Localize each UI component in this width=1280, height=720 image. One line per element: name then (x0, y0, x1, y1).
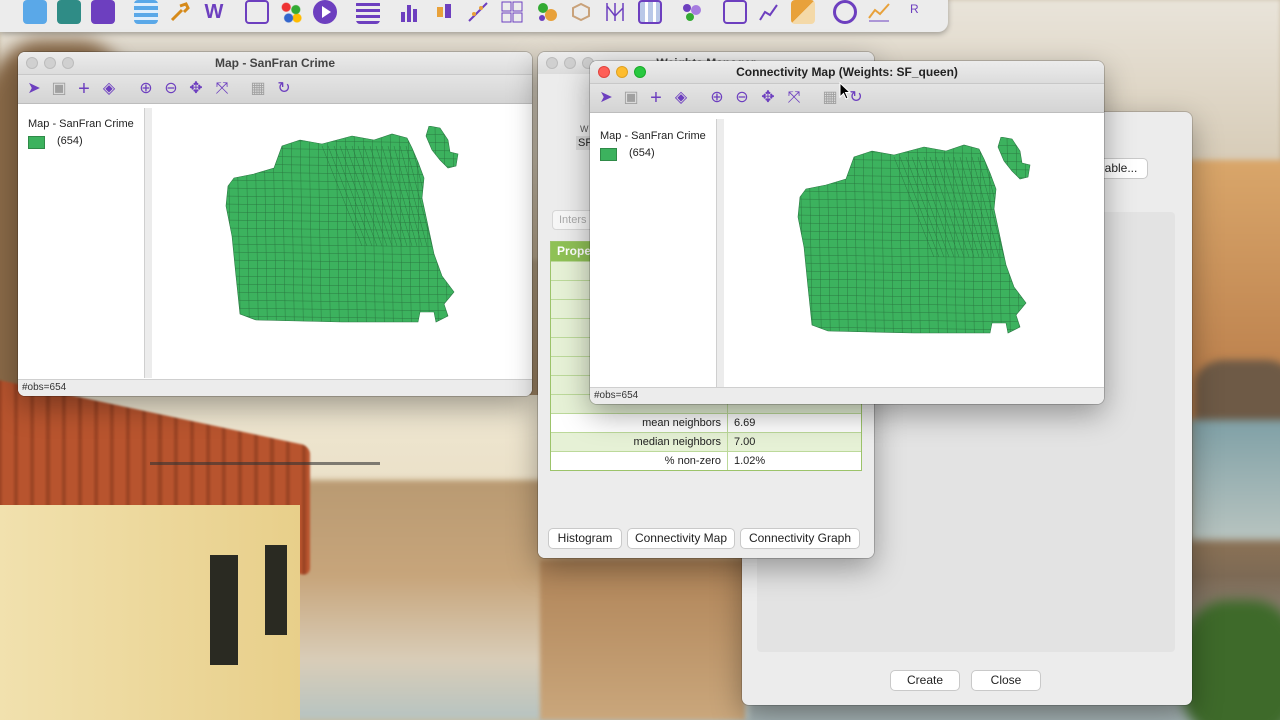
background-window (265, 545, 287, 635)
bubble-icon[interactable] (535, 0, 559, 24)
add-layer-icon[interactable]: + (74, 79, 94, 99)
3d-icon[interactable] (569, 0, 593, 24)
trend-icon[interactable] (867, 0, 891, 24)
map-window-titlebar[interactable]: Map - SanFran Crime (18, 52, 532, 75)
sf-map-polygons[interactable] (222, 126, 462, 366)
map-icon[interactable] (245, 0, 269, 24)
minimize-button[interactable] (616, 66, 628, 78)
map-toolbar: ➤ ▣ + ◈ ⊕ ⊖ ✥ ⤧ ▦ ↻ (18, 75, 532, 104)
legend-title: Map - SanFran Crime (600, 130, 706, 142)
connectivity-map-titlebar[interactable]: Connectivity Map (Weights: SF_queen) (590, 61, 1104, 84)
zoom-out-icon[interactable]: ⊖ (732, 88, 752, 108)
map-canvas[interactable] (724, 119, 1104, 387)
copy-icon[interactable]: ▣ (49, 79, 69, 99)
copy-icon[interactable]: ▣ (621, 88, 641, 108)
line-chart-icon[interactable] (723, 0, 747, 24)
background-sea (1190, 420, 1280, 540)
time-series-icon[interactable] (757, 0, 781, 24)
connectivity-map-window: Connectivity Map (Weights: SF_queen) ➤ ▣… (590, 61, 1104, 404)
sf-map-polygons[interactable] (794, 137, 1034, 377)
zoom-out-icon[interactable]: ⊖ (161, 79, 181, 99)
open-icon[interactable] (23, 0, 47, 24)
legend-swatch[interactable] (600, 148, 617, 161)
property-value: 1.02% (734, 455, 766, 467)
play-icon[interactable] (313, 0, 337, 24)
boxplot-icon[interactable] (432, 0, 456, 24)
background-wall (0, 505, 300, 720)
basemap-icon[interactable]: ▦ (820, 88, 840, 108)
map-canvas[interactable] (152, 108, 532, 378)
layers-icon[interactable]: ◈ (671, 88, 691, 108)
property-row: % non-zero 1.02% (551, 451, 861, 470)
mouse-cursor-icon (839, 82, 851, 100)
legend-pane: Map - SanFran Crime (654) (18, 108, 145, 378)
scatter-icon[interactable] (466, 0, 490, 24)
minimize-button[interactable] (44, 57, 56, 69)
conditional-plot-icon[interactable] (638, 0, 662, 24)
select-tool-icon[interactable]: ➤ (24, 79, 44, 99)
close-button[interactable] (26, 57, 38, 69)
background-window (210, 555, 238, 665)
pane-splitter[interactable] (145, 108, 152, 378)
categorize-icon[interactable] (356, 0, 380, 24)
layers-icon[interactable]: ◈ (99, 79, 119, 99)
main-toolbar: W R (0, 0, 948, 32)
zoom-button[interactable] (62, 57, 74, 69)
zoom-button[interactable] (634, 66, 646, 78)
legend-swatch[interactable] (28, 136, 45, 149)
property-value: 7.00 (734, 436, 756, 448)
property-row: median neighbors 7.00 (551, 432, 861, 451)
regression-icon[interactable]: R (910, 0, 934, 24)
property-key: mean neighbors (551, 414, 728, 432)
save-icon[interactable] (91, 0, 115, 24)
zoom-in-icon[interactable]: ⊕ (707, 88, 727, 108)
property-value: 6.69 (734, 417, 756, 429)
fit-extent-icon[interactable]: ⤧ (784, 88, 804, 108)
background-sand (540, 560, 745, 720)
pan-icon[interactable]: ✥ (186, 79, 206, 99)
close-button[interactable] (598, 66, 610, 78)
property-key: % non-zero (551, 452, 728, 470)
legend-count: (654) (629, 147, 655, 159)
status-bar: #obs=654 (18, 379, 532, 396)
pane-splitter[interactable] (717, 119, 724, 387)
select-tool-icon[interactable]: ➤ (596, 88, 616, 108)
background-balcony (150, 440, 380, 465)
map-window-title: Map - SanFran Crime (214, 56, 336, 70)
fit-extent-icon[interactable]: ⤧ (212, 79, 232, 99)
histogram-icon[interactable] (398, 0, 422, 24)
calendar-icon[interactable] (791, 0, 815, 24)
create-button[interactable]: Create (890, 670, 960, 691)
histogram-button[interactable]: Histogram (548, 528, 622, 549)
close-button[interactable] (546, 57, 558, 69)
weights-icon[interactable]: W (202, 0, 226, 24)
map-window: Map - SanFran Crime ➤ ▣ + ◈ ⊕ ⊖ ✥ ⤧ ▦ ↻ … (18, 52, 532, 396)
zoom-in-icon[interactable]: ⊕ (136, 79, 156, 99)
basemap-icon[interactable]: ▦ (248, 79, 268, 99)
add-layer-icon[interactable]: + (646, 88, 666, 108)
close-dialog-button[interactable]: Close (971, 670, 1041, 691)
legend-pane: Map - SanFran Crime (654) (590, 119, 717, 387)
cartogram-icon[interactable] (680, 0, 704, 24)
connectivity-graph-button[interactable]: Connectivity Graph (740, 528, 860, 549)
parallel-coordinate-icon[interactable] (603, 0, 627, 24)
close-project-icon[interactable] (57, 0, 81, 24)
property-row: mean neighbors 6.69 (551, 413, 861, 432)
legend-title: Map - SanFran Crime (28, 118, 134, 130)
property-key: median neighbors (551, 433, 728, 451)
connectivity-map-title: Connectivity Map (Weights: SF_queen) (736, 65, 958, 79)
cluster-icon[interactable] (279, 0, 303, 24)
background-trees (1180, 600, 1280, 720)
clock-icon[interactable] (833, 0, 857, 24)
scatter-matrix-icon[interactable] (500, 0, 524, 24)
table-icon[interactable] (134, 0, 158, 24)
refresh-icon[interactable]: ↻ (274, 79, 294, 99)
status-bar: #obs=654 (590, 387, 1104, 404)
minimize-button[interactable] (564, 57, 576, 69)
connectivity-map-button[interactable]: Connectivity Map (627, 528, 735, 549)
tools-icon[interactable] (168, 0, 192, 24)
weights-list-label: W (580, 124, 589, 134)
legend-count: (654) (57, 135, 83, 147)
pan-icon[interactable]: ✥ (758, 88, 778, 108)
